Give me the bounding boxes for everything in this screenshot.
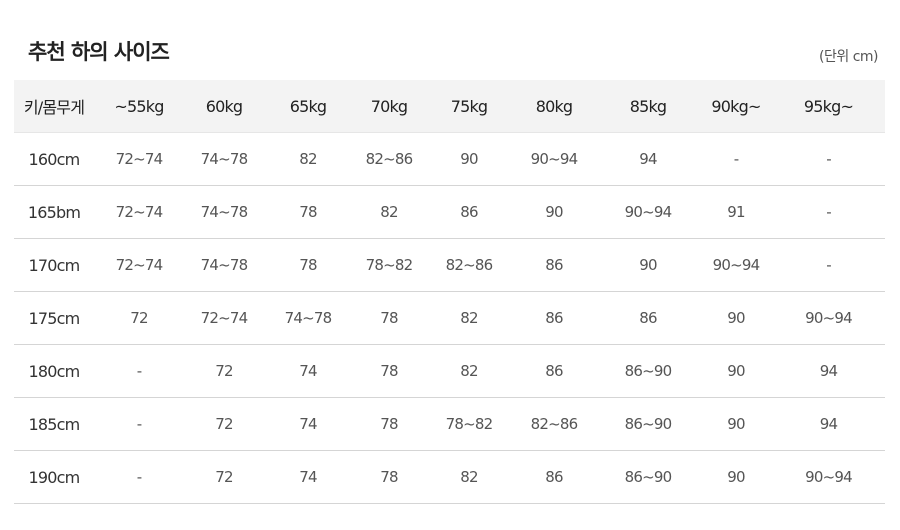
table-cell: - <box>772 185 885 239</box>
table-cell: 86 <box>512 344 596 398</box>
table-cell: 74 <box>264 450 352 504</box>
table-cell: 86~90 <box>596 344 700 398</box>
table-cell: 86~90 <box>596 450 700 504</box>
table-cell: 82~86 <box>512 397 596 451</box>
table-cell: 74~78 <box>264 291 352 345</box>
table-cell: 72~74 <box>184 291 264 345</box>
table-row: 185cm - 72 74 78 78~82 82~86 86~90 90 94 <box>14 397 885 451</box>
table-cell: 78 <box>352 450 426 504</box>
table-cell: 90~94 <box>512 132 596 186</box>
table-row: 190cm - 72 74 78 82 86 86~90 90 90~94 <box>14 450 885 504</box>
table-cell: 86~90 <box>596 397 700 451</box>
table-row: 170cm 72~74 74~78 78 78~82 82~86 86 90 9… <box>14 238 885 292</box>
table-cell: 82 <box>352 185 426 239</box>
column-header: 75kg <box>426 80 512 133</box>
column-header: 85kg <box>596 80 700 133</box>
row-header-height: 165bm <box>14 185 94 239</box>
table-cell: 72 <box>184 450 264 504</box>
table-cell: 94 <box>772 344 885 398</box>
table-cell: 86 <box>426 185 512 239</box>
column-header: 키/몸무게 <box>14 80 94 133</box>
table-cell: 72~74 <box>94 185 184 239</box>
table-cell: 78 <box>352 397 426 451</box>
table-cell: 82 <box>426 291 512 345</box>
table-cell: 90 <box>512 185 596 239</box>
table-cell: 90 <box>426 132 512 186</box>
table-cell: 90~94 <box>772 291 885 345</box>
table-cell: 82 <box>426 450 512 504</box>
table-cell: 82~86 <box>352 132 426 186</box>
row-header-height: 175cm <box>14 291 94 345</box>
table-cell: 90 <box>700 291 772 345</box>
column-header: 90kg~ <box>700 80 772 133</box>
table-cell: 82 <box>426 344 512 398</box>
table-cell: 78 <box>352 291 426 345</box>
table-cell: - <box>94 397 184 451</box>
table-cell: 82 <box>264 132 352 186</box>
size-table: 키/몸무게 ~55kg 60kg 65kg 70kg 75kg 80kg 85k… <box>14 80 885 504</box>
column-header: 80kg <box>512 80 596 133</box>
table-cell: - <box>772 132 885 186</box>
row-header-height: 160cm <box>14 132 94 186</box>
table-row: 180cm - 72 74 78 82 86 86~90 90 94 <box>14 344 885 398</box>
header: 추천 하의 사이즈 (단위 cm) <box>28 36 878 66</box>
table-cell: 86 <box>512 238 596 292</box>
table-cell: 72~74 <box>94 132 184 186</box>
table-cell: 94 <box>772 397 885 451</box>
row-header-height: 185cm <box>14 397 94 451</box>
table-cell: - <box>94 344 184 398</box>
table-cell: 86 <box>512 291 596 345</box>
column-header: 60kg <box>184 80 264 133</box>
table-cell: 74~78 <box>184 132 264 186</box>
row-header-height: 170cm <box>14 238 94 292</box>
table-cell: 78 <box>264 238 352 292</box>
table-cell: 74~78 <box>184 238 264 292</box>
table-cell: 78~82 <box>352 238 426 292</box>
table-cell: 72~74 <box>94 238 184 292</box>
table-cell: 86 <box>512 450 596 504</box>
table-row: 165bm 72~74 74~78 78 82 86 90 90~94 91 - <box>14 185 885 239</box>
column-header: ~55kg <box>94 80 184 133</box>
table-cell: 72 <box>184 397 264 451</box>
table-cell: 90 <box>700 450 772 504</box>
table-cell: 90 <box>700 397 772 451</box>
column-header: 65kg <box>264 80 352 133</box>
table-cell: 90~94 <box>700 238 772 292</box>
table-cell: 82~86 <box>426 238 512 292</box>
row-header-height: 180cm <box>14 344 94 398</box>
table-cell: 78 <box>352 344 426 398</box>
table-cell: 90 <box>596 238 700 292</box>
table-cell: 90~94 <box>772 450 885 504</box>
table-cell: 78~82 <box>426 397 512 451</box>
page-title: 추천 하의 사이즈 <box>28 40 170 64</box>
row-header-height: 190cm <box>14 450 94 504</box>
table-cell: 74 <box>264 397 352 451</box>
table-cell: 90~94 <box>596 185 700 239</box>
table-cell: 91 <box>700 185 772 239</box>
table-cell: 72 <box>94 291 184 345</box>
column-header: 95kg~ <box>772 80 885 133</box>
table-row: 175cm 72 72~74 74~78 78 82 86 86 90 90~9… <box>14 291 885 345</box>
table-row: 160cm 72~74 74~78 82 82~86 90 90~94 94 -… <box>14 132 885 186</box>
table-cell: 94 <box>596 132 700 186</box>
unit-note: (단위 cm) <box>819 49 878 65</box>
table-cell: - <box>772 238 885 292</box>
table-cell: 86 <box>596 291 700 345</box>
table-cell: - <box>700 132 772 186</box>
table-cell: 72 <box>184 344 264 398</box>
table-cell: - <box>94 450 184 504</box>
table-cell: 78 <box>264 185 352 239</box>
table-header-row: 키/몸무게 ~55kg 60kg 65kg 70kg 75kg 80kg 85k… <box>14 80 885 133</box>
table-cell: 90 <box>700 344 772 398</box>
column-header: 70kg <box>352 80 426 133</box>
table-cell: 74 <box>264 344 352 398</box>
table-cell: 74~78 <box>184 185 264 239</box>
